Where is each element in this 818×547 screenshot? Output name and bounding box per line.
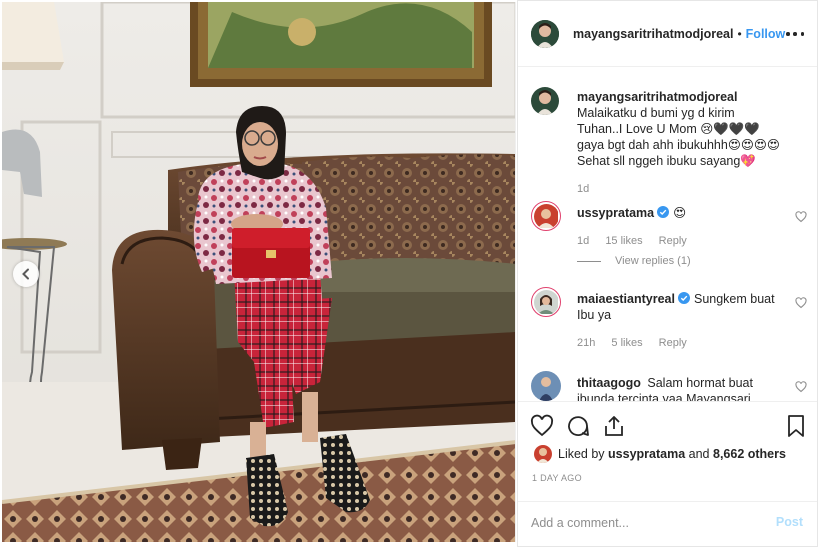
commenter-avatar[interactable] bbox=[531, 201, 561, 231]
caption-meta: 1d bbox=[577, 183, 602, 195]
avatar-image bbox=[531, 87, 559, 115]
avatar-image bbox=[531, 19, 559, 48]
chevron-left-icon bbox=[22, 268, 29, 280]
share-icon[interactable] bbox=[602, 414, 626, 438]
caption-text: Malaikatku d bumi yg d kirim Tuhan..I Lo… bbox=[577, 106, 780, 168]
comment-row: maiaestiantyreal Sungkem buat Ibu ya 21h … bbox=[531, 287, 809, 357]
divider bbox=[577, 260, 601, 262]
comment-username[interactable]: thitaagogo bbox=[577, 376, 641, 390]
verified-badge-icon bbox=[677, 292, 690, 304]
comment-bubble-icon[interactable] bbox=[566, 414, 590, 438]
bookmark-icon[interactable] bbox=[784, 414, 808, 438]
author-username[interactable]: mayangsaritrihatmodjoreal bbox=[573, 27, 733, 41]
liker-avatar[interactable] bbox=[534, 445, 552, 463]
comment-text-block: ussypratama 😍 bbox=[577, 205, 782, 221]
liked-by-prefix: Liked by bbox=[558, 447, 605, 461]
caption-age[interactable]: 1d bbox=[577, 183, 589, 195]
comment-row: thitaagogo Salam hormat buat ibunda terc… bbox=[531, 371, 809, 401]
comment-meta: 21h 5 likes Reply bbox=[577, 337, 700, 349]
comment-input[interactable] bbox=[531, 512, 761, 534]
caption-username[interactable]: mayangsaritrihatmodjoreal bbox=[577, 89, 779, 105]
comment-username[interactable]: maiaestiantyreal bbox=[577, 292, 675, 306]
like-comment-heart-icon[interactable] bbox=[795, 211, 807, 223]
avatar-image bbox=[534, 445, 552, 463]
likes-others-count[interactable]: 8,662 others bbox=[713, 447, 786, 461]
caption-row: mayangsaritrihatmodjoreal Malaikatku d b… bbox=[531, 87, 809, 197]
comment-meta: 1d 15 likes Reply bbox=[577, 235, 700, 247]
more-options-icon[interactable] bbox=[786, 25, 804, 43]
like-comment-heart-icon[interactable] bbox=[795, 297, 807, 309]
reply-button[interactable]: Reply bbox=[659, 337, 687, 349]
comment-row: ussypratama 😍 1d 15 likes Reply View repl… bbox=[531, 201, 809, 271]
like-comment-heart-icon[interactable] bbox=[795, 381, 807, 393]
comments-list[interactable]: mayangsaritrihatmodjoreal Malaikatku d b… bbox=[518, 67, 817, 401]
author-avatar[interactable] bbox=[531, 19, 559, 48]
post-photo[interactable] bbox=[2, 2, 516, 542]
comment-age[interactable]: 1d bbox=[577, 235, 589, 247]
like-heart-icon[interactable] bbox=[530, 414, 554, 438]
comment-text-block: thitaagogo Salam hormat buat ibunda terc… bbox=[577, 375, 782, 401]
reply-button[interactable]: Reply bbox=[659, 235, 687, 247]
commenter-avatar[interactable] bbox=[531, 371, 561, 401]
view-replies-button[interactable]: View replies (1) bbox=[577, 255, 691, 267]
comment-text-block: maiaestiantyreal Sungkem buat Ibu ya bbox=[577, 291, 782, 323]
comment-likes[interactable]: 15 likes bbox=[605, 235, 642, 247]
comment-username[interactable]: ussypratama bbox=[577, 206, 654, 220]
action-bar: Liked by ussypratama and 8,662 others 1 … bbox=[518, 401, 817, 501]
post-comment-button[interactable]: Post bbox=[776, 515, 803, 529]
avatar-image bbox=[533, 289, 558, 314]
post-image bbox=[2, 2, 515, 542]
commenter-avatar[interactable] bbox=[531, 287, 561, 317]
post-header: mayangsaritrihatmodjoreal • Follow bbox=[518, 1, 817, 67]
likes-summary: Liked by ussypratama and 8,662 others bbox=[534, 445, 786, 463]
previous-photo-button[interactable] bbox=[13, 261, 39, 287]
post-timestamp[interactable]: 1 DAY AGO bbox=[532, 473, 582, 483]
header-separator: • bbox=[737, 26, 742, 41]
liked-by-connector: and bbox=[688, 447, 710, 461]
comment-text: 😍 bbox=[673, 206, 687, 220]
avatar-image bbox=[531, 371, 561, 401]
verified-badge-icon bbox=[657, 206, 670, 218]
caption-text-block: mayangsaritrihatmodjoreal Malaikatku d b… bbox=[577, 89, 782, 169]
follow-button[interactable]: Follow bbox=[746, 27, 786, 41]
post-sidebar: mayangsaritrihatmodjoreal • Follow mayan… bbox=[517, 0, 818, 547]
avatar-image bbox=[533, 203, 558, 228]
comment-likes[interactable]: 5 likes bbox=[611, 337, 642, 349]
liker-username[interactable]: ussypratama bbox=[608, 447, 685, 461]
comment-age[interactable]: 21h bbox=[577, 337, 595, 349]
add-comment-bar: Post bbox=[518, 501, 817, 546]
caption-avatar[interactable] bbox=[531, 87, 559, 115]
view-replies-label: View replies (1) bbox=[615, 255, 691, 267]
